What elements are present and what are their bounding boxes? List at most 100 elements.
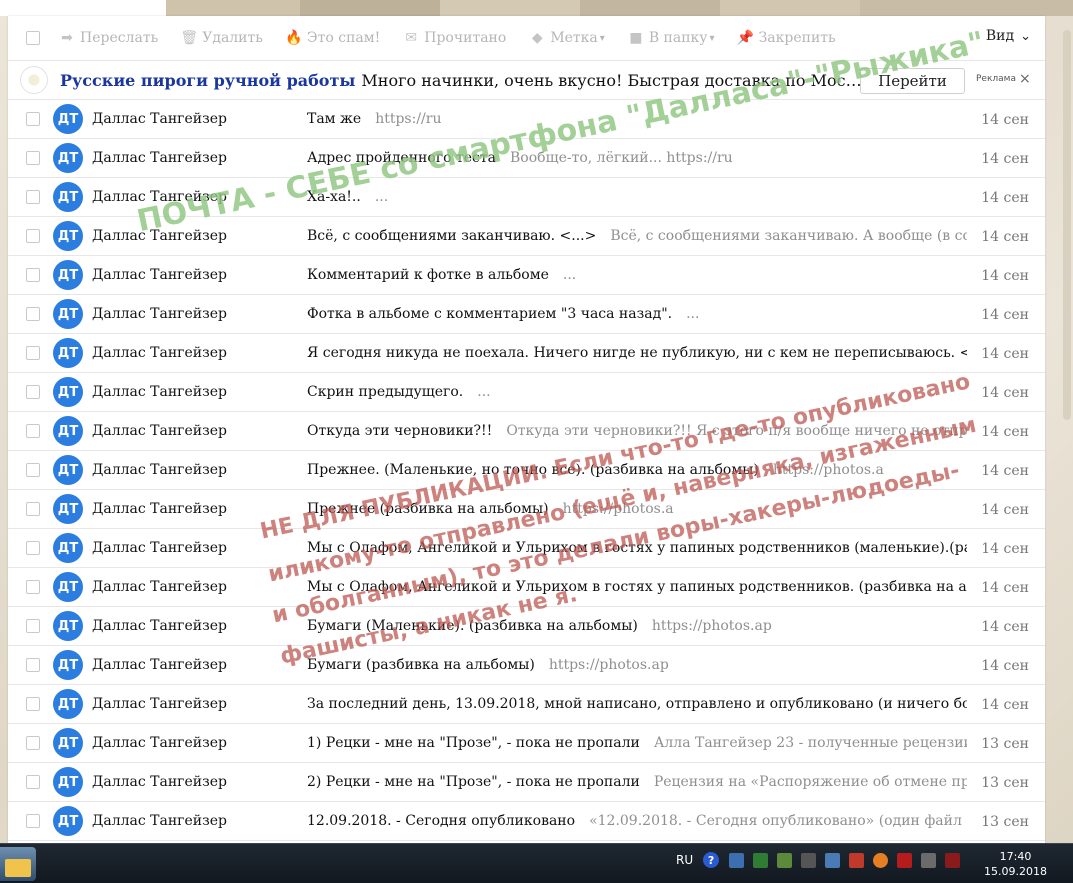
row-checkbox[interactable] bbox=[26, 697, 40, 711]
message-row[interactable]: ДТ Даллас Тангейзер 12.09.2018. - Сегодня … bbox=[8, 802, 1045, 841]
message-row[interactable]: ДТ Даллас Тангейзер Откуда эти черновики?!… bbox=[8, 412, 1045, 451]
subject-line[interactable]: Всё, с сообщениями заканчиваю. <...> Всё,… bbox=[307, 228, 967, 244]
subject-line[interactable]: Ха-ха!..... bbox=[307, 189, 967, 205]
subject-line[interactable]: Бумаги (Маленькие). (разбивка на альбомы… bbox=[307, 618, 967, 634]
security-icon[interactable] bbox=[753, 852, 769, 868]
message-row[interactable]: ДТ Даллас Тангейзер Комментарий к фотке в … bbox=[8, 256, 1045, 295]
avatar[interactable]: ДТ bbox=[53, 728, 83, 758]
subject-line[interactable]: 12.09.2018. - Сегодня опубликовано «12.09… bbox=[307, 813, 967, 829]
scrollbar-thumb[interactable] bbox=[1063, 30, 1071, 420]
move-to-folder-button[interactable]: ■ В папку ▾ bbox=[627, 30, 714, 46]
tag-button[interactable]: ◆ Метка ▾ bbox=[528, 30, 605, 46]
avatar[interactable]: ДТ bbox=[53, 767, 83, 797]
row-checkbox[interactable] bbox=[26, 580, 40, 594]
avatar[interactable]: ДТ bbox=[53, 533, 83, 563]
sender-name[interactable]: Даллас Тангейзер bbox=[92, 618, 227, 634]
spam-button[interactable]: 🔥 Это спам! bbox=[285, 30, 380, 46]
sender-name[interactable]: Даллас Тангейзер bbox=[92, 540, 227, 556]
subject-line[interactable]: Скрин предыдущего.... bbox=[307, 384, 967, 400]
sender-name[interactable]: Даллас Тангейзер bbox=[92, 228, 227, 244]
message-row[interactable]: ДТ Даллас Тангейзер 1) Рецки - мне на "Про… bbox=[8, 724, 1045, 763]
row-checkbox[interactable] bbox=[26, 385, 40, 399]
row-checkbox[interactable] bbox=[26, 463, 40, 477]
sender-name[interactable]: Даллас Тангейзер bbox=[92, 189, 227, 205]
ad-banner[interactable]: Русские пироги ручной работы Много начин… bbox=[8, 60, 1045, 100]
sender-name[interactable]: Даллас Тангейзер bbox=[92, 345, 227, 361]
avatar[interactable]: ДТ bbox=[53, 572, 83, 602]
row-checkbox[interactable] bbox=[26, 814, 40, 828]
avatar[interactable]: ДТ bbox=[53, 806, 83, 836]
avatar[interactable]: ДТ bbox=[53, 416, 83, 446]
sender-name[interactable]: Даллас Тангейзер bbox=[92, 696, 227, 712]
pin-button[interactable]: 📌 Закрепить bbox=[737, 30, 836, 46]
message-row[interactable]: ДТ Даллас Тангейзер 2) Рецки - мне на "Про… bbox=[8, 763, 1045, 802]
sender-name[interactable]: Даллас Тангейзер bbox=[92, 657, 227, 673]
message-row[interactable]: ДТ Даллас Тангейзер Всё, с сообщениями зак… bbox=[8, 217, 1045, 256]
avatar[interactable]: ДТ bbox=[53, 260, 83, 290]
row-checkbox[interactable] bbox=[26, 775, 40, 789]
warning-icon[interactable] bbox=[873, 852, 889, 868]
subject-line[interactable]: Там же https://ru bbox=[307, 111, 967, 127]
subject-line[interactable]: 2) Рецки - мне на "Прозе", - пока не про… bbox=[307, 774, 967, 790]
sender-name[interactable]: Даллас Тангейзер bbox=[92, 306, 227, 322]
subject-line[interactable]: Мы с Олафом, Ангеликой и Ульрихом в гост… bbox=[307, 540, 967, 556]
select-all-checkbox[interactable] bbox=[26, 31, 40, 45]
message-row[interactable]: ДТ Даллас Тангейзер Адрес пройденного тест… bbox=[8, 139, 1045, 178]
row-checkbox[interactable] bbox=[26, 268, 40, 282]
avatar[interactable]: ДТ bbox=[53, 611, 83, 641]
sender-name[interactable]: Даллас Тангейзер bbox=[92, 579, 227, 595]
language-indicator[interactable]: RU bbox=[676, 853, 693, 867]
row-checkbox[interactable] bbox=[26, 151, 40, 165]
row-checkbox[interactable] bbox=[26, 112, 40, 126]
network-icon[interactable] bbox=[729, 852, 745, 868]
row-checkbox[interactable] bbox=[26, 307, 40, 321]
row-checkbox[interactable] bbox=[26, 229, 40, 243]
avatar[interactable]: ДТ bbox=[53, 377, 83, 407]
row-checkbox[interactable] bbox=[26, 736, 40, 750]
sender-name[interactable]: Даллас Тангейзер bbox=[92, 813, 227, 829]
sender-name[interactable]: Даллас Тангейзер bbox=[92, 384, 227, 400]
subject-line[interactable]: За последний день, 13.09.2018, мной напи… bbox=[307, 696, 967, 712]
avatar[interactable]: ДТ bbox=[53, 689, 83, 719]
message-row[interactable]: ДТ Даллас Тангейзер За последний день, 13.… bbox=[8, 685, 1045, 724]
row-checkbox[interactable] bbox=[26, 502, 40, 516]
subject-line[interactable]: Прежнее (разбивка на альбомы) https://pho… bbox=[307, 501, 967, 517]
update-icon[interactable] bbox=[777, 852, 793, 868]
view-button[interactable]: Вид ⌄ bbox=[986, 28, 1031, 44]
sender-name[interactable]: Даллас Тангейзер bbox=[92, 735, 227, 751]
sender-name[interactable]: Даллас Тангейзер bbox=[92, 423, 227, 439]
start-button[interactable] bbox=[0, 847, 36, 881]
row-checkbox[interactable] bbox=[26, 346, 40, 360]
sender-name[interactable]: Даллас Тангейзер bbox=[92, 774, 227, 790]
subject-line[interactable]: Я сегодня никуда не поехала. Ничего нигд… bbox=[307, 345, 967, 361]
sender-name[interactable]: Даллас Тангейзер bbox=[92, 111, 227, 127]
sender-name[interactable]: Даллас Тангейзер bbox=[92, 462, 227, 478]
row-checkbox[interactable] bbox=[26, 658, 40, 672]
tool-icon[interactable] bbox=[849, 852, 865, 868]
avatar[interactable]: ДТ bbox=[53, 455, 83, 485]
avatar[interactable]: ДТ bbox=[53, 650, 83, 680]
subject-line[interactable]: Откуда эти черновики?!! Откуда эти чернов… bbox=[307, 423, 967, 439]
avatar[interactable]: ДТ bbox=[53, 104, 83, 134]
message-row[interactable]: ДТ Даллас Тангейзер Прежнее. (Маленькие, н… bbox=[8, 451, 1045, 490]
mark-read-button[interactable]: ✉ Прочитано bbox=[402, 30, 506, 46]
message-row[interactable]: ДТ Даллас Тангейзер Я сегодня никуда не по… bbox=[8, 334, 1045, 373]
avatar[interactable]: ДТ bbox=[53, 299, 83, 329]
row-checkbox[interactable] bbox=[26, 424, 40, 438]
message-row[interactable]: ДТ Даллас Тангейзер Мы с Олафом, Ангеликой… bbox=[8, 568, 1045, 607]
avatar[interactable]: ДТ bbox=[53, 182, 83, 212]
row-checkbox[interactable] bbox=[26, 619, 40, 633]
row-checkbox[interactable] bbox=[26, 190, 40, 204]
message-row[interactable]: ДТ Даллас Тангейзер Прежнее (разбивка на а… bbox=[8, 490, 1045, 529]
message-row[interactable]: ДТ Даллас Тангейзер Ха-ха!..... 14 сен bbox=[8, 178, 1045, 217]
message-row[interactable]: ДТ Даллас Тангейзер Скрин предыдущего.... 1… bbox=[8, 373, 1045, 412]
clock[interactable]: 17:40 15.09.2018 bbox=[984, 849, 1047, 879]
subject-line[interactable]: Бумаги (разбивка на альбомы) https://phot… bbox=[307, 657, 967, 673]
message-row[interactable]: ДТ Даллас Тангейзер Там же https://ru 14 сен bbox=[8, 100, 1045, 139]
subject-line[interactable]: Фотка в альбоме с комментарием "3 часа н… bbox=[307, 306, 967, 322]
forward-button[interactable]: ➡ Переслать bbox=[58, 30, 158, 46]
avatar[interactable]: ДТ bbox=[53, 494, 83, 524]
avatar[interactable]: ДТ bbox=[53, 221, 83, 251]
avatar[interactable]: ДТ bbox=[53, 143, 83, 173]
network-error-icon[interactable] bbox=[945, 852, 961, 868]
